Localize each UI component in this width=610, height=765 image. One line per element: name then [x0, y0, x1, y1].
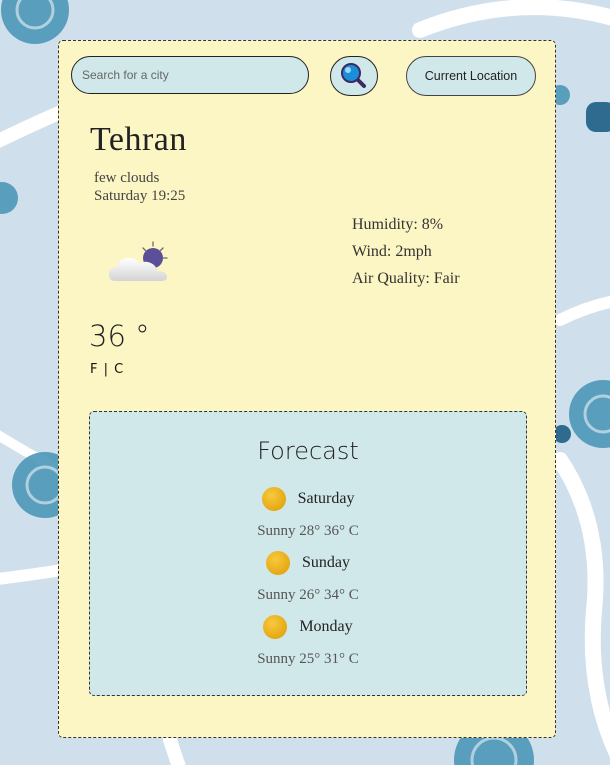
- forecast-item: Monday Sunny 25° 31° C: [90, 615, 526, 668]
- sun-icon: [266, 551, 290, 575]
- forecast-day: Sunday: [302, 554, 350, 571]
- humidity-label: Humidity: 8%: [352, 216, 444, 233]
- date-time: Saturday 19:25: [94, 188, 186, 204]
- forecast-detail: Sunny 26° 34° C: [257, 587, 359, 603]
- forecast-item: Saturday Sunny 28° 36° C: [90, 487, 526, 540]
- sun-icon: [263, 615, 288, 639]
- unit-separator: |: [98, 362, 115, 377]
- forecast-detail: Sunny 28° 36° C: [257, 523, 359, 539]
- forecast-panel: Forecast Saturday Sunny 28° 36° C Sunday…: [89, 411, 527, 696]
- celsius-link[interactable]: C: [114, 362, 124, 377]
- wind-label: Wind: 2mph: [352, 243, 432, 260]
- forecast-day: Saturday: [297, 490, 355, 507]
- search-input[interactable]: [71, 56, 309, 94]
- forecast-detail: Sunny 25° 31° C: [257, 651, 359, 667]
- unit-toggle: F | C: [90, 362, 124, 377]
- cloud-sun-icon: [109, 241, 168, 281]
- search-button[interactable]: [330, 56, 378, 96]
- weather-stats: Humidity: 8% Wind: 2mph Air Quality: Fai…: [352, 215, 460, 296]
- temperature: 36 °: [89, 319, 150, 353]
- current-location-button[interactable]: Current Location: [406, 56, 536, 96]
- forecast-title: Forecast: [257, 437, 359, 465]
- weather-card: Current Location Tehran few clouds Satur…: [58, 40, 556, 738]
- weather-description: few clouds: [94, 170, 160, 186]
- forecast-item: Sunday Sunny 26° 34° C: [90, 551, 526, 604]
- city-name: Tehran: [90, 121, 187, 158]
- forecast-day: Monday: [299, 618, 353, 635]
- air-quality-label: Air Quality: Fair: [352, 270, 460, 287]
- magnifier-icon: [341, 63, 366, 88]
- sun-icon: [261, 487, 286, 511]
